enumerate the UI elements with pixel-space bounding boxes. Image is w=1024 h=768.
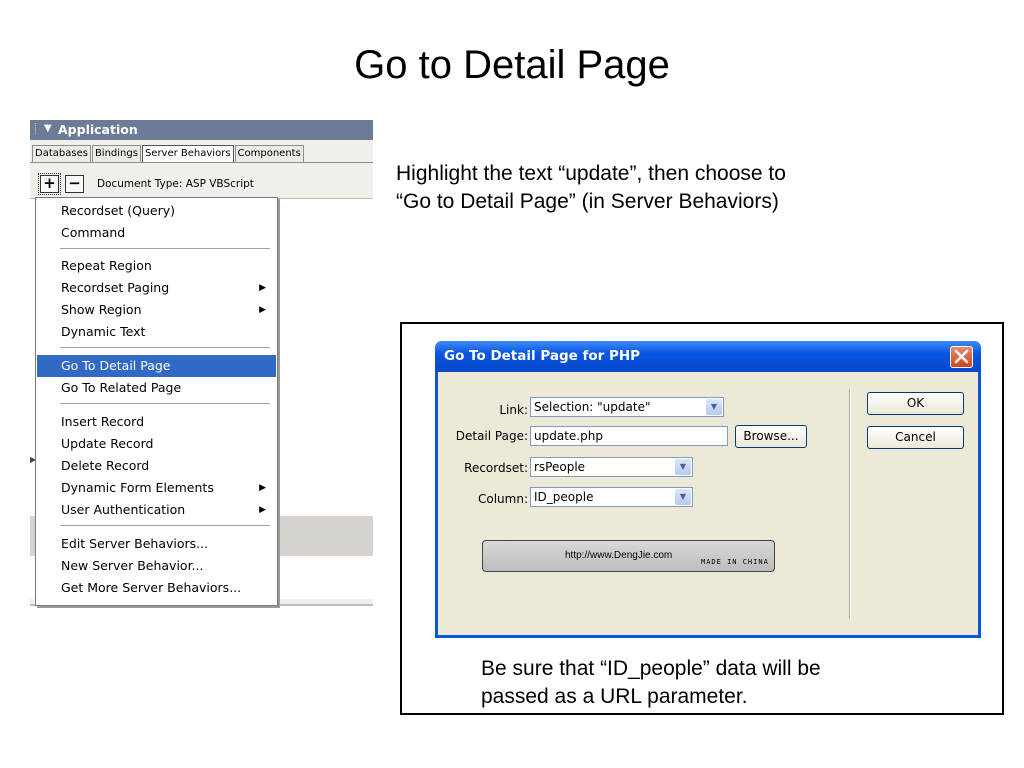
server-behaviors-menu: Recordset (Query) Command Repeat Region … <box>35 197 278 606</box>
tab-divider <box>30 162 373 163</box>
ok-button[interactable]: OK <box>867 392 964 415</box>
go-to-detail-page-dialog: Go To Detail Page for PHP Link: Selectio… <box>435 341 981 638</box>
note-line: passed as a URL parameter. <box>481 685 748 708</box>
dialog-body: Link: Selection: "update" ▼ Detail Page:… <box>438 372 978 635</box>
grip-icon[interactable]: ⁝ ⁝ <box>34 123 40 138</box>
chevron-down-icon: ▼ <box>675 459 691 475</box>
chevron-down-icon: ▼ <box>675 489 691 505</box>
instruction-line: “Go to Detail Page” (in Server Behaviors… <box>396 190 779 213</box>
detail-page-label: Detail Page: <box>455 429 528 443</box>
watermark-badge: http://www.DengJie.com MADE IN CHINA <box>482 540 775 572</box>
tab-bindings[interactable]: Bindings <box>91 145 141 162</box>
menu-separator <box>60 248 270 249</box>
menu-item-get-more-server-behaviors[interactable]: Get More Server Behaviors... <box>37 577 276 599</box>
instruction-line: Highlight the text “update”, then choose… <box>396 162 786 185</box>
close-button[interactable] <box>950 346 973 368</box>
dialog-title: Go To Detail Page for PHP <box>444 348 641 364</box>
dialog-divider <box>849 389 850 619</box>
menu-item-update-record[interactable]: Update Record <box>37 433 276 455</box>
watermark-tag: MADE IN CHINA <box>701 558 769 566</box>
submenu-arrow-icon: ▶ <box>259 483 266 493</box>
note-text: Be sure that “ID_people” data will be pa… <box>481 655 981 711</box>
menu-item-insert-record[interactable]: Insert Record <box>37 411 276 433</box>
chevron-down-icon: ▼ <box>706 399 722 415</box>
menu-item-show-region[interactable]: Show Region ▶ <box>37 299 276 321</box>
menu-item-label: Show Region <box>61 302 142 317</box>
tab-databases[interactable]: Databases <box>32 145 91 162</box>
panel-tabs: Databases Bindings Server Behaviors Comp… <box>32 145 305 163</box>
browse-button[interactable]: Browse... <box>735 425 807 448</box>
close-icon <box>954 349 969 364</box>
column-label: Column: <box>478 492 528 506</box>
menu-item-label: Dynamic Form Elements <box>61 480 214 495</box>
menu-separator <box>60 525 270 526</box>
menu-item-dynamic-text[interactable]: Dynamic Text <box>37 321 276 343</box>
watermark-url: http://www.DengJie.com <box>565 550 673 561</box>
menu-item-edit-server-behaviors[interactable]: Edit Server Behaviors... <box>37 533 276 555</box>
collapse-triangle-icon[interactable]: ▼ <box>44 123 52 134</box>
detail-page-input[interactable]: update.php <box>530 426 728 446</box>
menu-item-label: Recordset Paging <box>61 280 170 295</box>
menu-item-label: User Authentication <box>61 502 186 517</box>
menu-separator <box>60 403 270 404</box>
menu-item-user-authentication[interactable]: User Authentication ▶ <box>37 499 276 521</box>
instruction-text: Highlight the text “update”, then choose… <box>396 160 896 216</box>
column-select[interactable]: ID_people ▼ <box>530 487 693 507</box>
menu-item-recordset-paging[interactable]: Recordset Paging ▶ <box>37 277 276 299</box>
recordset-value: rsPeople <box>534 460 586 474</box>
menu-item-new-server-behavior[interactable]: New Server Behavior... <box>37 555 276 577</box>
menu-item-recordset-query[interactable]: Recordset (Query) <box>37 200 276 222</box>
cancel-button[interactable]: Cancel <box>867 426 964 449</box>
link-select[interactable]: Selection: "update" ▼ <box>530 397 724 417</box>
recordset-select[interactable]: rsPeople ▼ <box>530 457 693 477</box>
menu-separator <box>60 347 270 348</box>
menu-item-delete-record[interactable]: Delete Record <box>37 455 276 477</box>
menu-item-go-to-detail-page[interactable]: Go To Detail Page <box>37 355 276 377</box>
link-value: Selection: "update" <box>534 400 651 414</box>
note-line: Be sure that “ID_people” data will be <box>481 657 821 680</box>
recordset-label: Recordset: <box>464 461 528 475</box>
menu-item-repeat-region[interactable]: Repeat Region <box>37 255 276 277</box>
submenu-arrow-icon: ▶ <box>259 505 266 515</box>
submenu-arrow-icon: ▶ <box>259 305 266 315</box>
link-label: Link: <box>499 403 528 417</box>
tab-components[interactable]: Components <box>234 145 304 162</box>
submenu-arrow-icon: ▶ <box>259 283 266 293</box>
column-value: ID_people <box>534 490 594 504</box>
menu-item-go-to-related-page[interactable]: Go To Related Page <box>37 377 276 399</box>
document-type-label: Document Type: ASP VBScript <box>97 178 254 190</box>
menu-item-dynamic-form-elements[interactable]: Dynamic Form Elements ▶ <box>37 477 276 499</box>
menu-item-command[interactable]: Command <box>37 222 276 244</box>
add-behavior-button[interactable]: + <box>38 173 61 195</box>
slide-title: Go to Detail Page <box>354 43 670 87</box>
panel-header[interactable]: ⁝ ⁝ ▼ Application <box>30 120 373 140</box>
remove-behavior-button[interactable]: − <box>65 175 84 193</box>
panel-title: Application <box>58 122 138 137</box>
dialog-titlebar[interactable]: Go To Detail Page for PHP <box>435 341 981 372</box>
tab-server-behaviors[interactable]: Server Behaviors <box>141 145 234 163</box>
